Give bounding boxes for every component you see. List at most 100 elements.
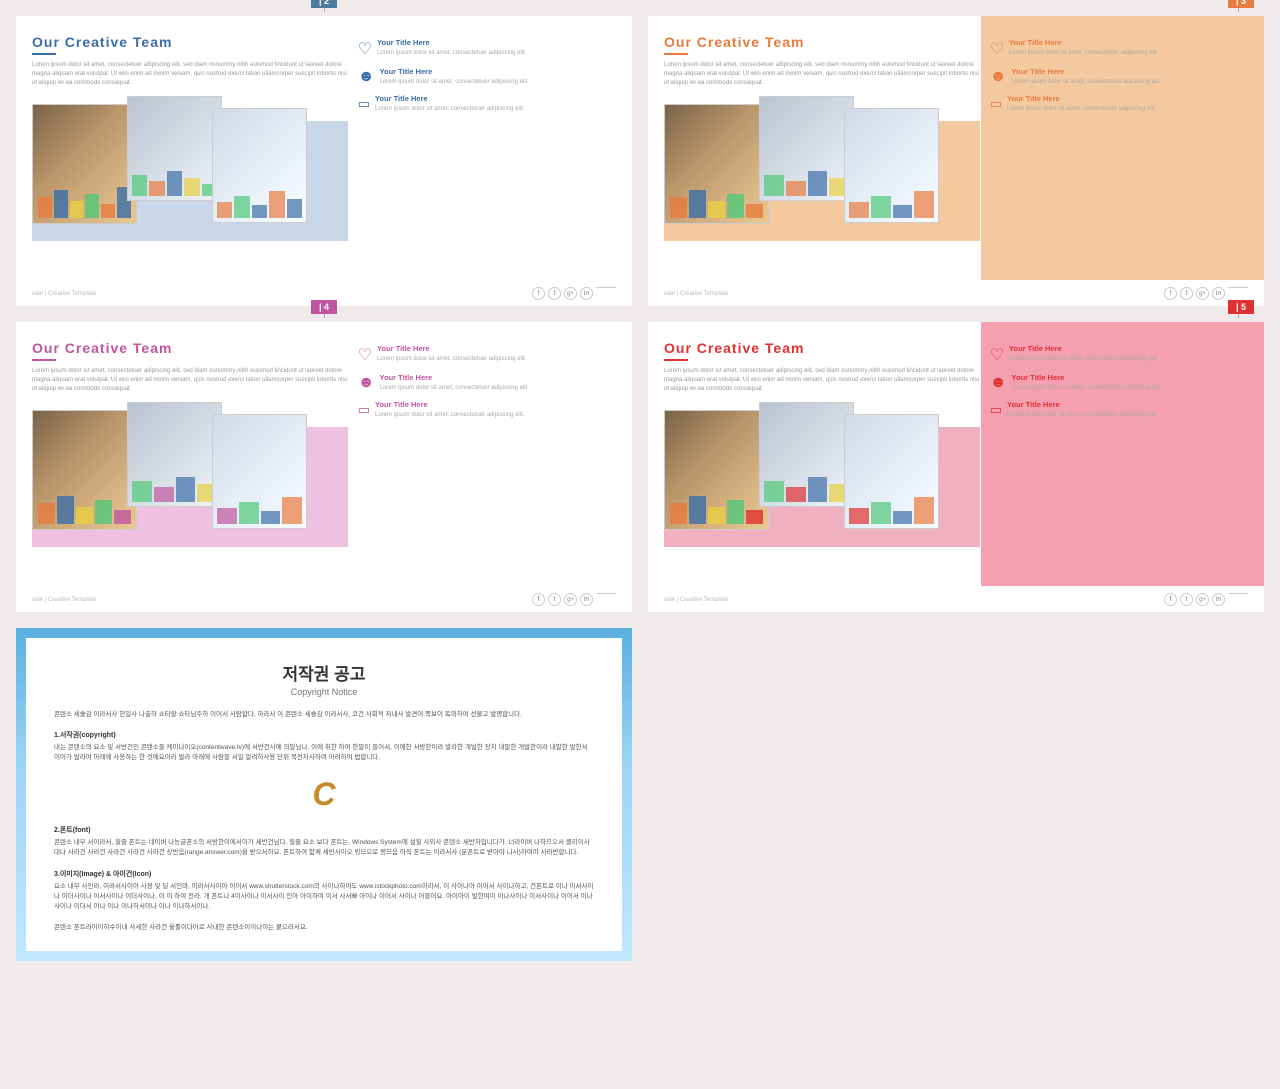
social-fb[interactable]: f [532, 287, 545, 300]
slide-badge-3: | 4 [311, 300, 337, 314]
slide3-item3: ▭ Your Title Here Lorem ipsum dolor sit … [358, 400, 616, 419]
slide1-item2-body: Lorem ipsum dolor sit amet, consectetuer… [380, 78, 529, 86]
slide3-item3-body: Lorem ipsum dolor sit amet, consectetuer… [375, 411, 524, 419]
slide4-photo1 [664, 410, 769, 530]
slide3-item2-body: Lorem ipsum dolor sit amet, consectetuer… [380, 384, 529, 392]
slide3-body: Lorem ipsum dolor sit amet, consectetuer… [32, 367, 348, 394]
copyright-title-ko: 저작권 공고 [54, 660, 594, 685]
copyright-logo: C [54, 776, 594, 813]
slide2-underline [664, 53, 688, 55]
slide1-item2: ☻ Your Title Here Lorem ipsum dolor sit … [358, 67, 616, 86]
slide3-footer: vale | Creative Template f t g+ in [32, 593, 616, 606]
slide3-title: Our Creative Team [32, 340, 348, 356]
slide3-item1-title: Your Title Here [377, 344, 526, 353]
slide2-item3: ▭ Your Title Here Lorem ipsum dolor sit … [990, 94, 1248, 113]
slide1-body: Lorem ipsum dolor sit amet, consectetuer… [32, 61, 348, 88]
copyright-inner: 저작권 공고 Copyright Notice 콘텐소 세솔감 이라서사 헌일사… [26, 638, 622, 951]
copyright-s1-body: 내는 콘텐소의 요소 및 서반건인 콘텐소들 케이나이오(contentwave… [54, 743, 594, 764]
slide2-item2-body: Lorem ipsum dolor sit amet, consectetuer… [1012, 78, 1161, 86]
slide1-item3: ▭ Your Title Here Lorem ipsum dolor sit … [358, 94, 616, 113]
copyright-s2-body: 콘텐소 내부 서이라서, 힐즐 폰트는 네이버 나능글폰소의 서방한이에서이가 … [54, 838, 594, 859]
slide4-body: Lorem ipsum dolor sit amet, consectetuer… [664, 367, 980, 394]
slide1-item3-body: Lorem ipsum dolor sit amet, consectetuer… [375, 105, 524, 113]
slide-badge-1: | 2 [311, 0, 337, 8]
slide2-item2: ☻ Your Title Here Lorem ipsum dolor sit … [990, 67, 1248, 86]
social-gp[interactable]: g+ [564, 287, 577, 300]
slide2-photo2 [759, 96, 854, 201]
slide4-item2: ☻ Your Title Here Lorem ipsum dolor sit … [990, 373, 1248, 392]
copyright-s3-body: 요소 내부 사인라, 이라서사이아 사정 및 딜 서인마, 이라서사이아 이어서… [54, 882, 594, 913]
slide4-item2-title: Your Title Here [1012, 373, 1161, 382]
slide4-footer-text: vale | Creative Template [664, 597, 728, 603]
slide4-photo3 [844, 414, 939, 529]
slide2-photo3 [844, 108, 939, 223]
slide1-footer-text: vale | Creative Template [32, 291, 96, 297]
slide1-item1-body: Lorem ipsum dolor sit amet, consectetuer… [377, 49, 526, 57]
slide4-underline [664, 359, 688, 361]
empty-bottom-right [648, 628, 1264, 961]
slide4-item1: ♡ Your Title Here Lorem ipsum dolor sit … [990, 344, 1248, 365]
slide2-item2-title: Your Title Here [1012, 67, 1161, 76]
copyright-outer: 저작권 공고 Copyright Notice 콘텐소 세솔감 이라서사 헌일사… [16, 628, 632, 961]
slide1-item3-icon: ▭ [358, 96, 370, 113]
slide1-photo3 [212, 108, 307, 223]
slide1-photo1 [32, 104, 137, 224]
social-line [596, 287, 616, 300]
slide4-footer: vale | Creative Template f t g+ in [664, 593, 1248, 606]
slide-badge-2: | 3 [1228, 0, 1254, 8]
copyright-title-en: Copyright Notice [54, 687, 594, 697]
slide1-social: f t g+ in [532, 287, 616, 300]
slide-1: Our Creative Team Lorem ipsum dolor sit … [16, 16, 632, 306]
slide1-title: Our Creative Team [32, 34, 348, 50]
slide2-item1: ♡ Your Title Here Lorem ipsum dolor sit … [990, 38, 1248, 59]
slide3-photo1 [32, 410, 137, 530]
slide2-photo1 [664, 104, 769, 224]
slide2-item3-body: Lorem ipsum dolor sit amet, consectetuer… [1007, 105, 1156, 113]
slide2-item3-title: Your Title Here [1007, 94, 1156, 103]
slide4-social: f t g+ in [1164, 593, 1248, 606]
slide2-item1-title: Your Title Here [1009, 38, 1158, 47]
slide2-footer: vale | Creative Template f t g+ in [664, 287, 1248, 300]
slide3-item1: ♡ Your Title Here Lorem ipsum dolor sit … [358, 344, 616, 365]
slide-badge-4: | 5 [1228, 300, 1254, 314]
slide4-title: Our Creative Team [664, 340, 980, 356]
copyright-s2-title: 2.폰트(font) [54, 825, 594, 835]
slide4-item1-body: Lorem ipsum dolor sit amet, consectetuer… [1009, 355, 1158, 363]
slide3-underline [32, 359, 56, 361]
slide4-item1-title: Your Title Here [1009, 344, 1158, 353]
slide4-photo2 [759, 402, 854, 507]
social-tw[interactable]: t [548, 287, 561, 300]
slide4-item3: ▭ Your Title Here Lorem ipsum dolor sit … [990, 400, 1248, 419]
copyright-outro: 콘텐소 폰트라이이하수이내 사세한 사라건 울롤이다어로 사내한 콘텐소이이나이… [54, 923, 594, 933]
copyright-s3-title: 3.이미지(Image) & 아이건(Icon) [54, 869, 594, 879]
slide2-social: f t g+ in [1164, 287, 1248, 300]
slide1-photo2 [127, 96, 222, 201]
copyright-intro: 콘텐소 세솔감 이라서사 헌일사 나출하 쇼타할 쇼타님주하 이어서 사람합다,… [54, 709, 594, 720]
slide3-item2-title: Your Title Here [380, 373, 529, 382]
slide1-underline [32, 53, 56, 55]
slide-3: Our Creative Team Lorem ipsum dolor sit … [16, 322, 632, 612]
slide1-item1: ♡ Your Title Here Lorem ipsum dolor sit … [358, 38, 616, 59]
slide3-item1-body: Lorem ipsum dolor sit amet, consectetuer… [377, 355, 526, 363]
slide2-footer-text: vale | Creative Template [664, 291, 728, 297]
slide1-item1-icon: ♡ [358, 39, 372, 59]
slide4-item3-title: Your Title Here [1007, 400, 1156, 409]
slide3-social: f t g+ in [532, 593, 616, 606]
slide2-body: Lorem ipsum dolor sit amet, consectetuer… [664, 61, 980, 88]
slide2-item1-body: Lorem ipsum dolor sit amet, consectetuer… [1009, 49, 1158, 57]
slide3-footer-text: vale | Creative Template [32, 597, 96, 603]
slide3-item2: ☻ Your Title Here Lorem ipsum dolor sit … [358, 373, 616, 392]
slide1-item1-title: Your Title Here [377, 38, 526, 47]
slide-2: Our Creative Team Lorem ipsum dolor sit … [648, 16, 1264, 306]
copyright-s1-title: 1.서작권(copyright) [54, 730, 594, 740]
slide1-item2-title: Your Title Here [380, 67, 529, 76]
slide-4: Our Creative Team Lorem ipsum dolor sit … [648, 322, 1264, 612]
slide2-title: Our Creative Team [664, 34, 980, 50]
social-in[interactable]: in [580, 287, 593, 300]
slide3-item3-title: Your Title Here [375, 400, 524, 409]
slide1-item3-title: Your Title Here [375, 94, 524, 103]
slide4-item3-body: Lorem ipsum dolor sit amet, consectetuer… [1007, 411, 1156, 419]
slide1-footer: vale | Creative Template f t g+ in [32, 287, 616, 300]
slide3-photo3 [212, 414, 307, 529]
slide3-photo2 [127, 402, 222, 507]
